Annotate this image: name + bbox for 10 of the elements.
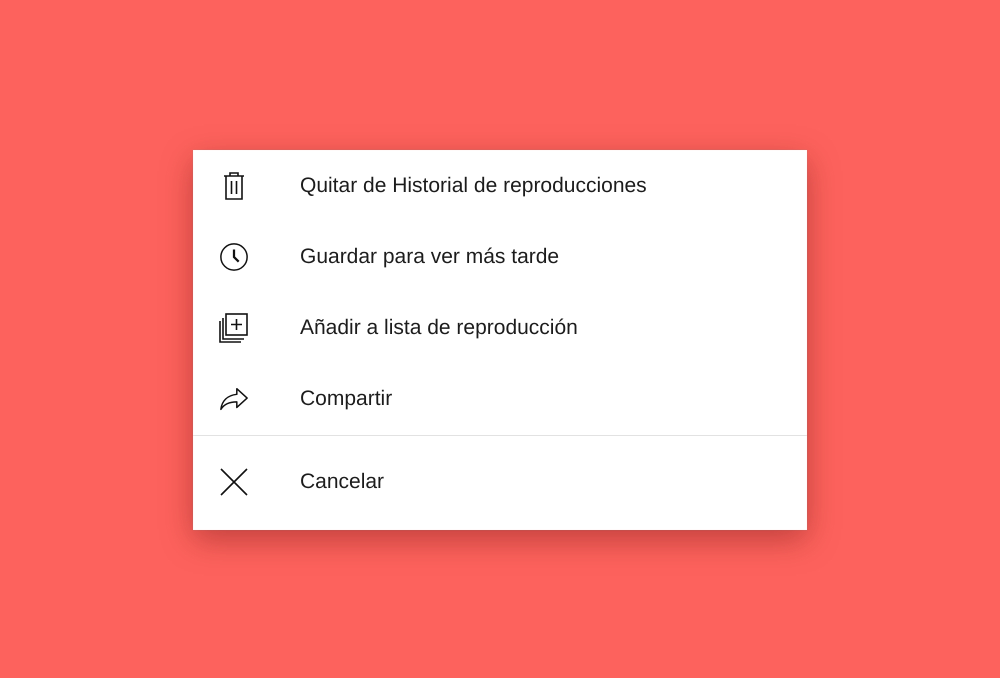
cancel-item[interactable]: Cancelar: [300, 470, 384, 494]
menu-item[interactable]: Añadir a lista de reproducción: [300, 316, 578, 340]
trash-icon: [223, 172, 245, 200]
menu-item[interactable]: Quitar de Historial de reproducciones: [300, 174, 647, 198]
close-icon: [220, 468, 248, 496]
playlist-add-icon: [219, 312, 249, 342]
menu-item[interactable]: Guardar para ver más tarde: [300, 244, 560, 268]
share-arrow-icon: [219, 386, 249, 412]
menu-item[interactable]: Compartir: [300, 386, 392, 410]
clock-icon: [219, 240, 249, 272]
